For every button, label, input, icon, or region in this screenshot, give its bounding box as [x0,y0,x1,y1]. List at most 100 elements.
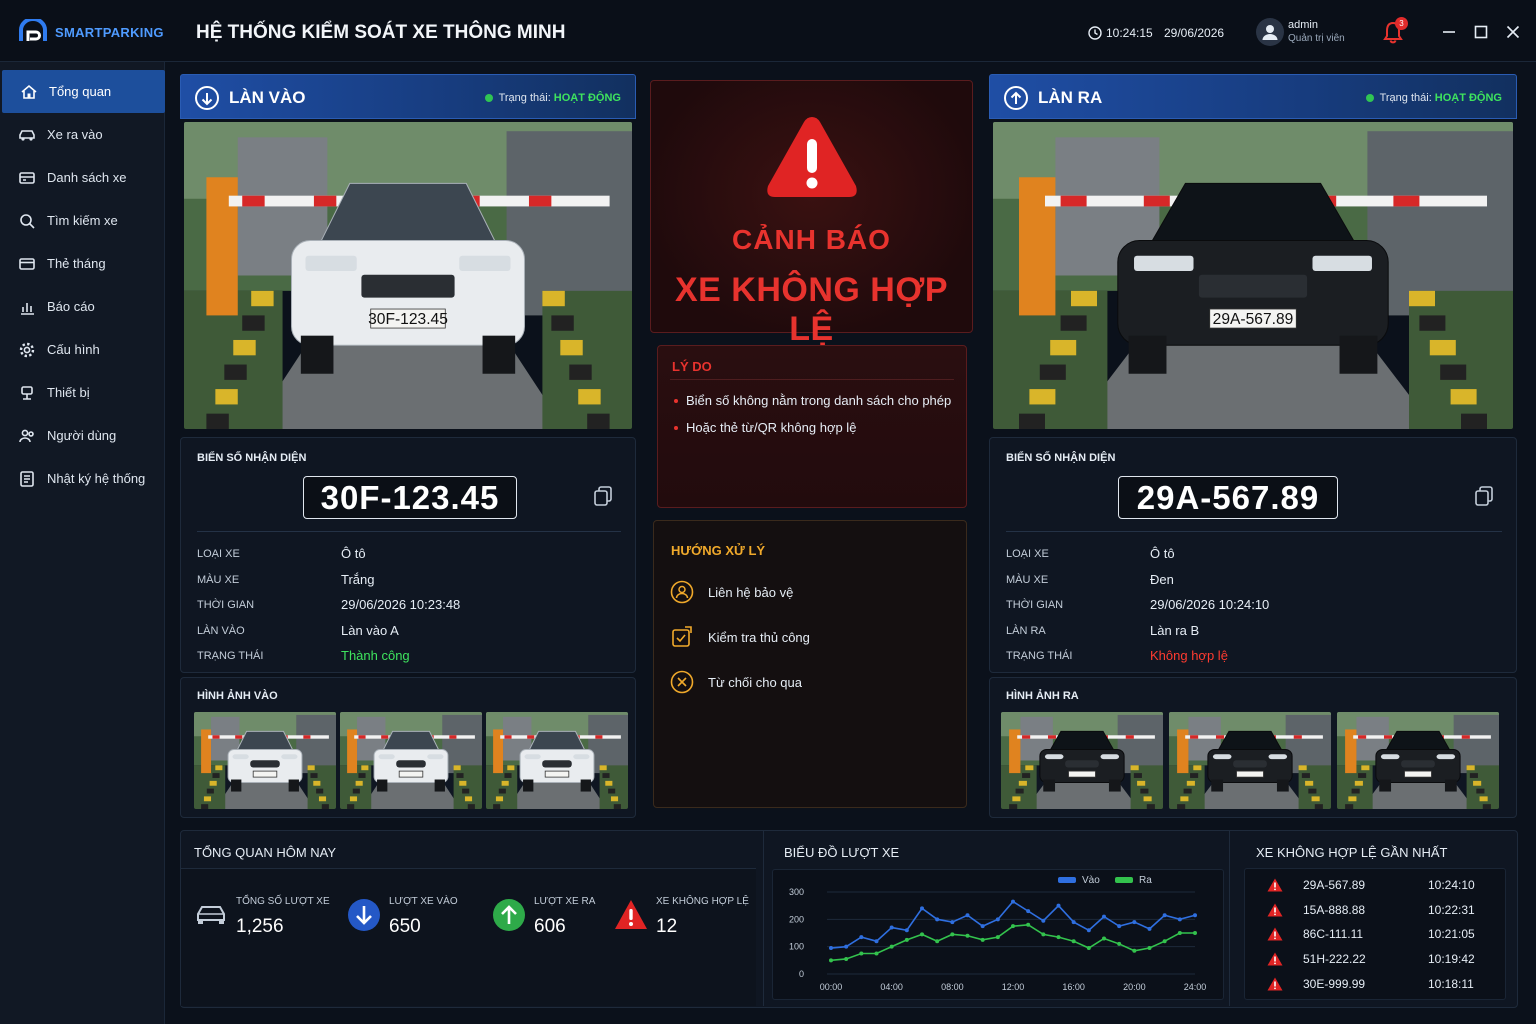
sidebar-item-7[interactable]: Thiết bị [0,371,164,414]
sidebar-item-5[interactable]: Báo cáo [0,285,164,328]
violations-list: 29A-567.89 10:24:10 15A-888.88 10:22:31 86C-… [1244,868,1506,1000]
sidebar-item-9[interactable]: Nhật ký hệ thống [0,457,164,500]
handling-title: HƯỚNG XỬ LÝ [671,543,766,558]
violation-time: 10:24:10 [1428,878,1475,892]
x-tick-label: 04:00 [880,982,903,992]
sidebar-item-1[interactable]: Xe ra vào [0,113,164,156]
lane-in-camera[interactable]: 30F-123.45 [184,122,632,429]
lane-out-title: LÀN RA [1038,88,1103,107]
data-point [1041,932,1046,937]
bar-chart-icon [18,298,36,316]
warning-icon [1267,927,1283,941]
stat-label: TỔNG SỐ LƯỢT XE [236,896,330,907]
warning-icon [1267,977,1283,991]
data-point [1117,941,1122,946]
user-menu[interactable]: admin Quản trị viên [1256,18,1345,46]
field-label: TRẠNG THÁI [1006,650,1073,662]
data-point [1056,903,1061,908]
data-point [1193,931,1197,935]
data-point [935,939,940,944]
lane-out-info: BIỂN SỐ NHẬN DIỆN 29A-567.89 LOẠI XE Ô tô MÀ… [989,437,1517,673]
data-point [1177,917,1182,922]
violation-time: 10:19:42 [1428,952,1475,967]
lane-out-thumbnail[interactable] [1337,712,1499,809]
lane-out-thumbnail[interactable] [1169,712,1331,809]
notification-badge: 3 [1395,17,1408,30]
clock-time: 10:24:15 [1106,26,1153,40]
violation-row[interactable]: 15A-888.88 10:22:31 [1245,898,1505,922]
data-point [1132,920,1137,925]
violation-time: 10:18:11 [1428,976,1474,991]
violation-row[interactable]: 86C-111.11 10:21:05 [1245,922,1505,946]
data-point [1086,946,1091,951]
field-value: Trắng [341,571,375,587]
data-point [1011,924,1015,929]
data-point [965,933,970,938]
field-value: Thành công [341,648,410,663]
warning-icon [614,898,648,932]
lane-in-thumbnail[interactable] [486,712,628,809]
copy-icon[interactable] [593,485,613,507]
app-logo[interactable]: SMARTPARKING [18,19,164,45]
violation-time: 10:21:05 [1428,927,1475,942]
data-point [980,937,985,942]
field-label: LOẠI XE [197,548,240,560]
sidebar-item-6[interactable]: Cấu hình [0,328,164,371]
lane-in-thumbnail[interactable] [340,712,482,809]
user-icon [1262,25,1278,40]
close-icon[interactable] [1505,24,1521,40]
sidebar-item-8[interactable]: Người dùng [0,414,164,457]
violation-row[interactable]: 51H-222.22 10:19:42 [1245,947,1505,971]
stat-3: XE KHÔNG HỢP LỆ 12 [614,896,749,938]
data-point [889,944,894,949]
copy-icon[interactable] [1474,485,1494,507]
action-contact-guard[interactable]: Liên hệ bảo vệ [670,580,793,604]
violation-row[interactable]: 29A-567.89 10:24:10 [1245,873,1505,897]
violation-row[interactable]: 30E-999.99 10:18:11 [1245,972,1505,996]
sidebar-item-label: Người dùng [47,428,117,443]
action-reject[interactable]: Từ chối cho qua [670,670,802,694]
sidebar-item-0[interactable]: Tổng quan [2,70,165,113]
data-point [1177,931,1182,935]
clock: 10:24:15 [1088,26,1153,40]
sidebar-item-label: Danh sách xe [47,170,127,185]
field-label: THỜI GIAN [1006,599,1064,611]
maximize-icon[interactable] [1473,24,1489,40]
lane-out-thumbnail[interactable] [1001,712,1163,809]
manual-check-icon [672,626,692,647]
lane-out-camera[interactable]: 29A-567.89 [993,122,1513,429]
sidebar-item-2[interactable]: Danh sách xe [0,156,164,199]
field-value: Đen [1150,571,1174,587]
data-point [1086,928,1091,933]
current-date: 29/06/2026 [1164,26,1225,40]
lane-in-title: LÀN VÀO [229,88,306,107]
logo-text: SMARTPARKING [55,24,164,40]
lane-in-thumbnail[interactable] [194,712,336,809]
sidebar-item-label: Tìm kiếm xe [47,213,118,228]
y-tick-label: 0 [799,969,804,979]
device-icon [18,384,36,402]
data-point [950,920,955,925]
data-point [859,951,864,956]
users-icon [18,427,36,445]
data-point [1056,935,1061,940]
y-tick-label: 100 [789,942,804,952]
stat-value: 1,256 [236,916,284,937]
data-point [935,917,940,922]
recognized-plate: 30F-123.45 [303,476,517,519]
stat-value: 606 [534,916,566,937]
lane-out-status: Trạng thái: HOẠT ĐỘNG [1365,92,1502,104]
data-point [965,913,970,918]
minimize-icon[interactable] [1441,24,1457,40]
data-point [904,928,909,933]
reason-title: LÝ DO [672,359,712,374]
stat-label: XE KHÔNG HỢP LỆ [656,896,749,907]
data-point [874,939,879,944]
action-manual-check[interactable]: Kiểm tra thủ công [670,625,810,649]
status-dot [484,94,493,102]
sidebar-item-label: Xe ra vào [47,127,103,142]
violations-title: XE KHÔNG HỢP LỆ GẦN NHẤT [1256,845,1448,860]
sidebar-item-3[interactable]: Tìm kiếm xe [0,199,164,242]
sidebar-item-4[interactable]: Thẻ tháng [0,242,164,285]
violation-plate: 15A-888.88 [1303,902,1366,917]
